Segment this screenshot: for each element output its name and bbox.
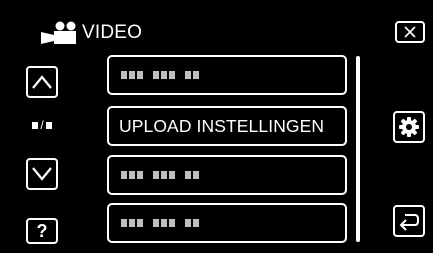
obscured-label: [121, 218, 201, 228]
menu-screen: VIDEO / ? UPLOAD INSTELLINGEN: [0, 0, 433, 253]
current-page-marker: [32, 121, 39, 129]
chevron-up-icon: [32, 75, 52, 89]
chevron-down-icon: [32, 167, 52, 181]
scrollbar[interactable]: [356, 56, 360, 242]
video-camera-icon: [41, 21, 76, 44]
scroll-up-button[interactable]: [26, 66, 58, 98]
gear-icon: [399, 117, 419, 137]
menu-item-upload-settings[interactable]: UPLOAD INSTELLINGEN: [107, 106, 347, 146]
page-title: VIDEO: [82, 22, 143, 43]
scroll-down-button[interactable]: [26, 158, 58, 190]
page-separator: /: [40, 118, 44, 132]
header: VIDEO: [38, 18, 142, 48]
total-page-marker: [45, 121, 52, 129]
menu-item-label: UPLOAD INSTELLINGEN: [119, 115, 325, 136]
menu-item-4[interactable]: [107, 203, 347, 243]
obscured-label: [121, 170, 201, 180]
return-arrow-icon: [399, 214, 419, 231]
settings-button[interactable]: [393, 111, 425, 143]
menu-item-1[interactable]: [107, 55, 347, 95]
close-icon: [404, 26, 416, 38]
page-indicator: /: [24, 118, 60, 132]
back-button[interactable]: [393, 205, 425, 237]
close-button[interactable]: [395, 21, 425, 43]
obscured-label: [121, 70, 201, 80]
help-button[interactable]: ?: [26, 218, 58, 244]
menu-item-3[interactable]: [107, 155, 347, 195]
help-label: ?: [36, 220, 48, 241]
